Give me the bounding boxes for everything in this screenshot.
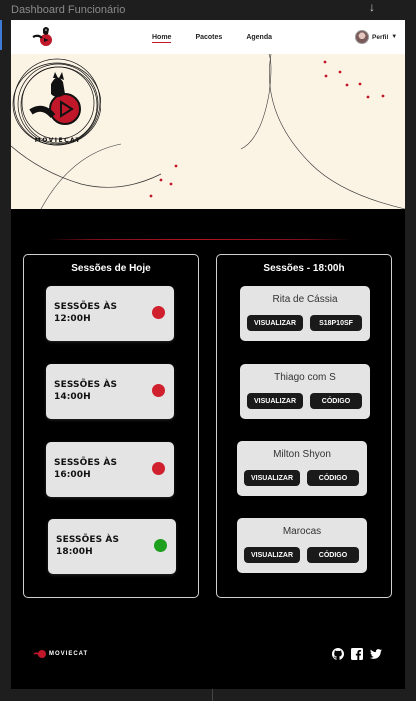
panel-title: Sessões de Hoje xyxy=(71,263,151,274)
session-card-1400[interactable]: SESSÕES ÀS 14:00H xyxy=(46,364,174,419)
status-busy-dot xyxy=(152,306,165,319)
arrow-down-icon: ↓ xyxy=(369,0,375,14)
code-button[interactable]: CÓDIGO xyxy=(310,393,362,409)
session-label: SESSÕES ÀS 16:00H xyxy=(54,458,118,480)
dashboard-frame: Home Pacotes Agenda Perfil ▼ MOVIECAT Se… xyxy=(11,20,405,689)
attendee-card: Thiago com S VISUALIZAR CÓDIGO xyxy=(240,364,370,419)
attendee-card: Milton Shyon VISUALIZAR CÓDIGO xyxy=(237,441,367,496)
avatar xyxy=(355,30,369,44)
view-button[interactable]: VISUALIZAR xyxy=(247,393,303,409)
facebook-icon[interactable] xyxy=(351,648,363,660)
view-button[interactable]: VISUALIZAR xyxy=(244,547,300,563)
attendee-name: Marocas xyxy=(282,526,322,537)
github-icon[interactable] xyxy=(332,648,344,660)
panel-title: Sessões - 18:00h xyxy=(263,263,345,274)
frame-guide xyxy=(212,689,213,701)
selection-accent xyxy=(0,20,2,50)
status-free-dot xyxy=(154,539,167,552)
nav-home-link[interactable]: Home xyxy=(152,34,172,43)
nav-pacotes-link[interactable]: Pacotes xyxy=(195,34,222,43)
twitter-icon[interactable] xyxy=(370,648,382,660)
attendee-name: Milton Shyon xyxy=(273,449,331,460)
section-divider xyxy=(47,239,351,240)
session-label: SESSÕES ÀS 14:00H xyxy=(54,380,118,402)
attendee-card: Marocas VISUALIZAR CÓDIGO xyxy=(237,518,367,573)
nav-agenda-link[interactable]: Agenda xyxy=(246,34,272,43)
code-button[interactable]: CÓDIGO xyxy=(307,547,359,563)
code-button[interactable]: CÓDIGO xyxy=(307,470,359,486)
session-card-1600[interactable]: SESSÕES ÀS 16:00H xyxy=(46,442,174,497)
view-button[interactable]: VISUALIZAR xyxy=(244,470,300,486)
today-sessions-panel: Sessões de Hoje SESSÕES ÀS 12:00H SESSÕE… xyxy=(23,254,199,598)
session-label: SESSÕES ÀS 12:00H xyxy=(54,302,118,324)
attendee-name: Rita de Cássia xyxy=(272,294,338,305)
design-canvas: Dashboard Funcionário ↓ Home Pacotes Age… xyxy=(0,0,416,701)
view-button[interactable]: VISUALIZAR xyxy=(247,315,303,331)
moviecat-logo-icon[interactable] xyxy=(30,25,56,49)
nav-links: Home Pacotes Agenda xyxy=(152,34,296,43)
footer-logo[interactable]: MOVIECAT xyxy=(33,649,88,659)
session-1800-panel: Sessões - 18:00h Rita de Cássia VISUALIZ… xyxy=(216,254,392,598)
footer-brand: MOVIECAT xyxy=(49,651,89,657)
profile-menu[interactable]: Perfil ▼ xyxy=(355,30,397,44)
profile-label: Perfil xyxy=(372,33,389,41)
status-busy-dot xyxy=(152,462,165,475)
moviecat-footer-icon xyxy=(33,650,46,658)
code-button[interactable]: S18P10SF xyxy=(310,315,362,331)
session-card-1800[interactable]: SESSÕES ÀS 18:00H xyxy=(48,519,176,574)
navbar: Home Pacotes Agenda Perfil ▼ xyxy=(11,20,405,54)
caret-down-icon: ▼ xyxy=(391,34,398,40)
session-label: SESSÕES ÀS 18:00H xyxy=(56,535,120,557)
session-card-1200[interactable]: SESSÕES ÀS 12:00H xyxy=(46,286,174,341)
status-busy-dot xyxy=(152,384,165,397)
frame-label: Dashboard Funcionário xyxy=(11,4,126,16)
hero-banner: MOVIECAT xyxy=(11,54,405,209)
moviecat-hero-logo: MOVIECAT xyxy=(12,58,101,146)
hero-wordmark: MOVIECAT xyxy=(35,137,82,144)
attendee-card: Rita de Cássia VISUALIZAR S18P10SF xyxy=(240,286,370,341)
attendee-name: Thiago com S xyxy=(274,372,336,383)
